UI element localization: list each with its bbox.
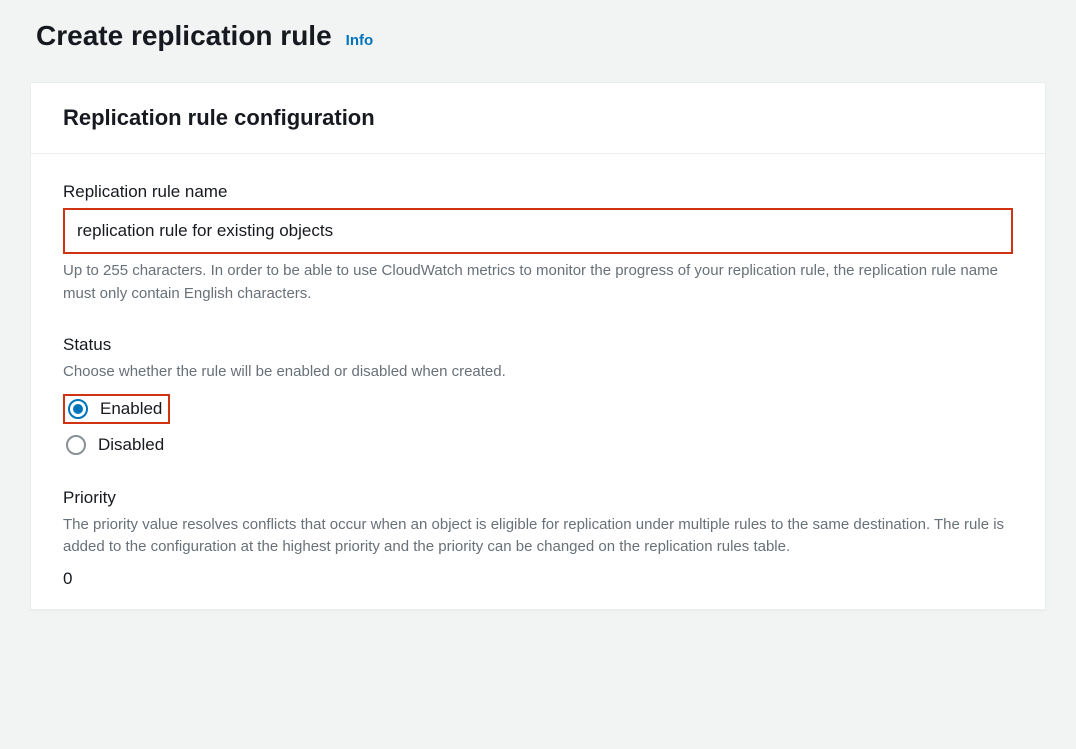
radio-icon: [66, 435, 86, 455]
status-disabled-label: Disabled: [98, 435, 164, 455]
status-group: Status Choose whether the rule will be e…: [63, 335, 1013, 458]
rule-name-hint: Up to 255 characters. In order to be abl…: [63, 260, 1013, 305]
page-title: Create replication rule: [36, 20, 332, 52]
info-link[interactable]: Info: [346, 32, 374, 49]
page-header: Create replication rule Info: [0, 0, 1076, 62]
status-label: Status: [63, 335, 1013, 355]
configuration-panel: Replication rule configuration Replicati…: [30, 82, 1046, 610]
priority-label: Priority: [63, 488, 1013, 508]
panel-title: Replication rule configuration: [63, 105, 1013, 131]
panel-header: Replication rule configuration: [31, 83, 1045, 154]
rule-name-group: Replication rule name Up to 255 characte…: [63, 182, 1013, 305]
rule-name-label: Replication rule name: [63, 182, 1013, 202]
status-enabled-label: Enabled: [100, 399, 162, 419]
priority-value: 0: [63, 569, 1013, 589]
panel-body: Replication rule name Up to 255 characte…: [31, 154, 1045, 609]
status-option-disabled[interactable]: Disabled: [63, 432, 170, 458]
radio-icon: [68, 399, 88, 419]
rule-name-input[interactable]: [63, 208, 1013, 254]
status-hint: Choose whether the rule will be enabled …: [63, 361, 1013, 384]
radio-dot-icon: [73, 404, 83, 414]
priority-group: Priority The priority value resolves con…: [63, 488, 1013, 589]
status-option-enabled[interactable]: Enabled: [63, 394, 170, 424]
priority-hint: The priority value resolves conflicts th…: [63, 514, 1013, 559]
